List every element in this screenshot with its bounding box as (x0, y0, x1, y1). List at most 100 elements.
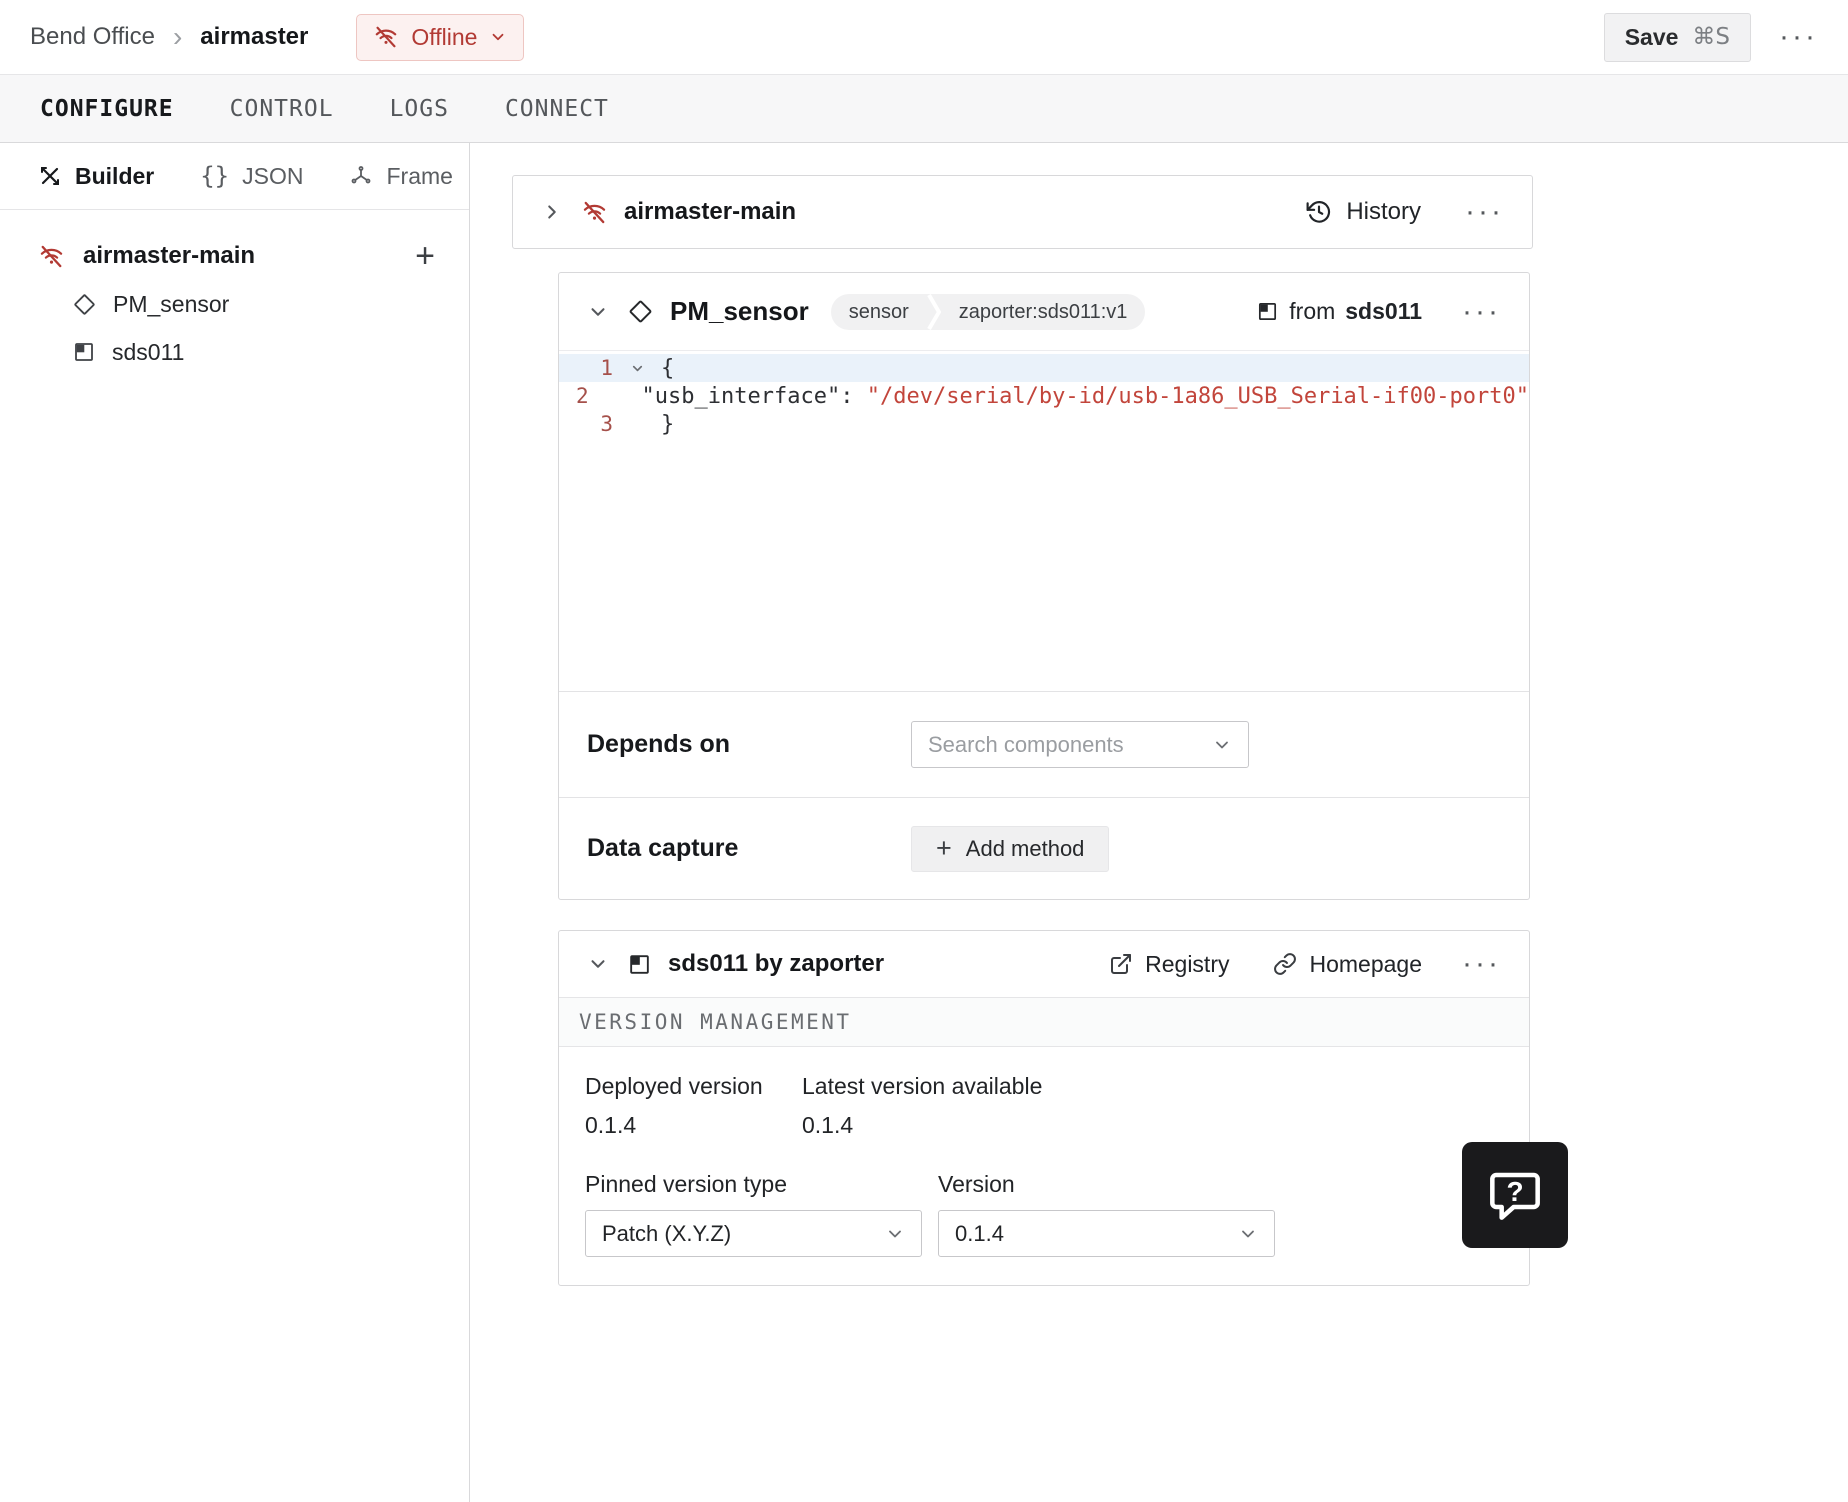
component-card-pm-sensor: PM_sensor sensor zaporter:sds011:v1 from… (558, 272, 1530, 900)
add-method-button[interactable]: + Add method (911, 825, 1110, 872)
version-select[interactable]: 0.1.4 (938, 1210, 1275, 1257)
add-part-button[interactable]: + (415, 239, 435, 273)
tree-child-label: PM_sensor (113, 290, 230, 317)
tree-child-label: sds011 (112, 338, 185, 365)
chevron-down-icon (885, 1224, 905, 1244)
registry-link[interactable]: Registry (1109, 951, 1229, 978)
deployed-version-block: Deployed version 0.1.4 (585, 1073, 802, 1139)
from-label: from (1289, 298, 1336, 324)
mode-frame-label: Frame (386, 162, 453, 189)
chevron-down-icon[interactable] (587, 953, 609, 975)
version-label: Version (938, 1171, 1015, 1197)
code-line-2[interactable]: 2 "usb_interface": "/dev/serial/by-id/us… (559, 382, 1529, 410)
frame-axes-icon (349, 164, 373, 188)
line-number: 2 (576, 384, 589, 408)
machine-status-dropdown[interactable]: Offline (356, 13, 525, 61)
from-module-name: sds011 (1345, 298, 1423, 324)
main-tab-bar: CONFIGURE CONTROL LOGS CONNECT (0, 75, 1848, 143)
chevron-down-icon (489, 28, 507, 46)
config-sidebar: Builder {} JSON Frame airmaster-main + P… (0, 143, 470, 1502)
homepage-link[interactable]: Homepage (1273, 951, 1422, 978)
machine-part-title: airmaster-main (624, 198, 797, 225)
tab-configure[interactable]: CONFIGURE (40, 96, 174, 122)
top-header: Bend Office › airmaster Offline Save ⌘S … (0, 0, 1848, 75)
module-links: Registry Homepage (1109, 951, 1422, 978)
latest-version-label: Latest version available (802, 1073, 1043, 1099)
external-link-icon (1109, 952, 1133, 976)
badge-type: sensor (848, 300, 909, 323)
module-card-sds011: sds011 by zaporter Registry Homepage ···… (558, 930, 1530, 1286)
depends-on-placeholder: Search components (928, 731, 1124, 757)
machine-card-menu-icon[interactable]: ··· (1465, 197, 1504, 227)
header-actions: Save ⌘S ··· (1603, 12, 1818, 62)
version-management-body: Deployed version 0.1.4 Latest version av… (559, 1047, 1529, 1285)
tab-logs[interactable]: LOGS (390, 96, 449, 122)
view-mode-switcher: Builder {} JSON Frame (0, 143, 469, 210)
add-method-label: Add method (965, 835, 1085, 861)
version-value: 0.1.4 (955, 1220, 1004, 1246)
module-card-menu-icon[interactable]: ··· (1462, 949, 1501, 979)
data-capture-section: Data capture + Add method (559, 797, 1529, 899)
help-widget-button[interactable]: ? (1462, 1142, 1568, 1248)
chevron-right-icon[interactable] (541, 201, 563, 223)
module-title: sds011 by zaporter (668, 950, 885, 977)
attributes-code-editor[interactable]: 1 { 2 "usb_interface": "/dev/serial/by-i… (559, 351, 1529, 691)
header-overflow-menu-icon[interactable]: ··· (1779, 22, 1818, 52)
chevron-down-icon (1238, 1224, 1258, 1244)
history-label: History (1346, 198, 1422, 225)
mode-json-label: JSON (242, 162, 304, 189)
mode-builder[interactable]: Builder (38, 163, 154, 190)
tree-item-sds011[interactable]: sds011 (0, 328, 469, 376)
save-button[interactable]: Save ⌘S (1603, 12, 1752, 62)
breadcrumb-chevron-icon: › (172, 21, 183, 52)
braces-icon: {} (200, 162, 230, 190)
history-icon (1306, 199, 1332, 225)
pinned-version-block: Pinned version type Patch (X.Y.Z) (585, 1171, 938, 1257)
code-line-3[interactable]: 3 } (559, 410, 1529, 438)
version-block: Version 0.1.4 (938, 1171, 1275, 1257)
wifi-off-icon (373, 24, 399, 50)
version-management-title: VERSION MANAGEMENT (579, 1010, 852, 1034)
mode-builder-label: Builder (75, 162, 155, 189)
deployed-version-value: 0.1.4 (585, 1112, 637, 1138)
component-diamond-icon (627, 298, 654, 325)
code-line-1[interactable]: 1 { (559, 354, 1529, 382)
history-button[interactable]: History (1306, 198, 1421, 226)
depends-on-select[interactable]: Search components (911, 721, 1249, 768)
tree-item-pm-sensor[interactable]: PM_sensor (0, 280, 469, 328)
depends-on-label: Depends on (587, 730, 731, 758)
link-icon (1273, 952, 1297, 976)
version-management-header: VERSION MANAGEMENT (559, 997, 1529, 1047)
code-text: { (661, 355, 675, 381)
breadcrumb-current: airmaster (200, 23, 309, 50)
tab-connect[interactable]: CONNECT (505, 96, 609, 122)
latest-version-block: Latest version available 0.1.4 (802, 1073, 1042, 1139)
wifi-off-icon (581, 199, 608, 226)
breadcrumb-parent[interactable]: Bend Office (30, 23, 155, 51)
module-icon (1256, 300, 1279, 323)
component-card-header: PM_sensor sensor zaporter:sds011:v1 from… (559, 273, 1529, 351)
fold-chevron-icon[interactable] (613, 361, 661, 376)
component-card-menu-icon[interactable]: ··· (1462, 296, 1501, 327)
tab-control[interactable]: CONTROL (230, 96, 334, 122)
module-icon (627, 952, 652, 977)
pinned-version-type-select[interactable]: Patch (X.Y.Z) (585, 1210, 922, 1257)
tools-icon (38, 164, 62, 188)
help-question-icon: ? (1483, 1163, 1547, 1227)
pinned-version-type-value: Patch (X.Y.Z) (602, 1220, 732, 1246)
tree-root-label: airmaster-main (83, 242, 256, 269)
machine-part-card: airmaster-main History ··· (512, 175, 1533, 249)
mode-frame[interactable]: Frame (349, 162, 453, 190)
latest-version-value: 0.1.4 (802, 1112, 854, 1138)
chevron-down-icon (1212, 735, 1232, 755)
registry-label: Registry (1145, 950, 1230, 977)
wifi-off-icon (38, 243, 65, 270)
mode-json[interactable]: {} JSON (200, 162, 303, 190)
tree-item-airmaster-main[interactable]: airmaster-main + (0, 232, 469, 280)
component-type-badges: sensor zaporter:sds011:v1 (830, 293, 1146, 330)
plus-icon: + (936, 833, 952, 863)
deployed-version-label: Deployed version (585, 1073, 763, 1099)
save-shortcut: ⌘S (1692, 24, 1731, 50)
chevron-down-icon[interactable] (587, 301, 609, 323)
from-module-link[interactable]: from sds011 (1256, 298, 1422, 325)
